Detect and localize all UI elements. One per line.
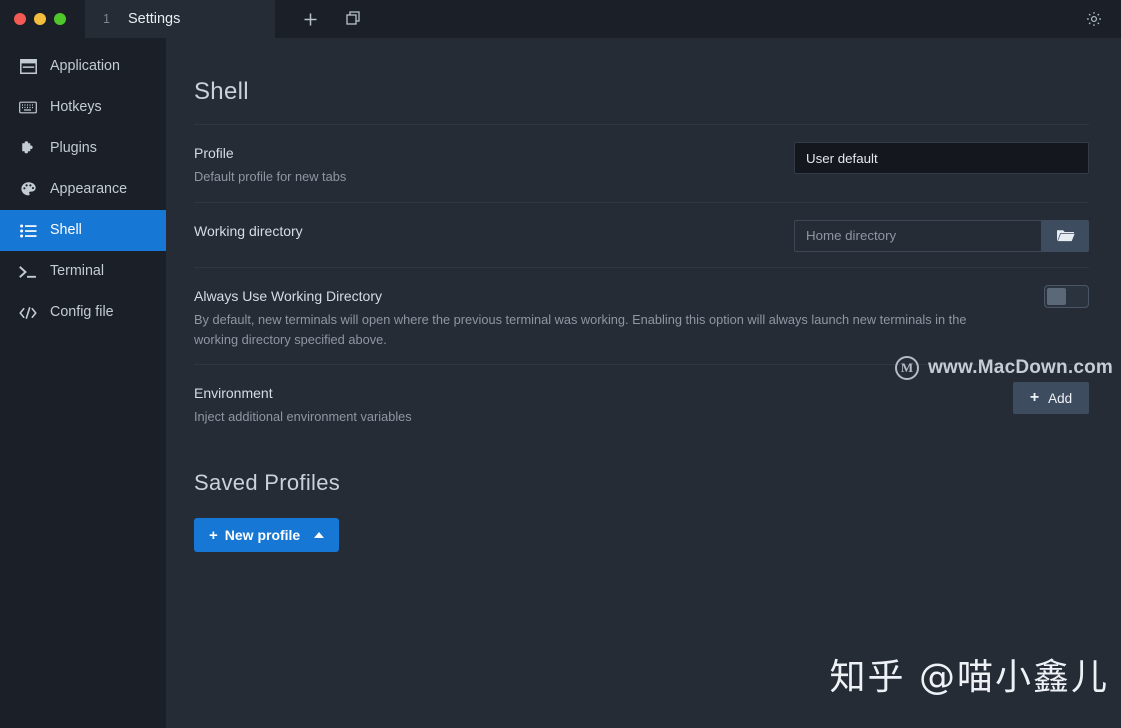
setting-row-environment: Environment Inject additional environmen… [194, 364, 1089, 442]
sidebar-item-terminal[interactable]: Terminal [0, 251, 166, 292]
always-use-working-directory-toggle[interactable] [1044, 284, 1089, 308]
list-icon [19, 222, 37, 240]
sidebar: Application Hotkeys Plugins Appearance S… [0, 38, 166, 728]
sidebar-item-label: Plugins [50, 140, 97, 157]
working-directory-input[interactable]: Home directory [794, 219, 1041, 252]
sidebar-item-appearance[interactable]: Appearance [0, 169, 166, 210]
folder-icon [1056, 228, 1075, 243]
sidebar-item-shell[interactable]: Shell [0, 210, 166, 251]
setting-row-text: Environment Inject additional environmen… [194, 381, 412, 427]
title-bar: 1 Settings [0, 0, 1121, 38]
close-window-button[interactable] [14, 13, 26, 25]
setting-row-text: Working directory [194, 219, 303, 245]
browse-folder-button[interactable] [1041, 219, 1089, 252]
sidebar-item-plugins[interactable]: Plugins [0, 128, 166, 169]
setting-label: Environment [194, 385, 273, 402]
setting-label: Always Use Working Directory [194, 287, 383, 304]
setting-row-profile: Profile Default profile for new tabs Use… [194, 124, 1089, 202]
sidebar-item-label: Terminal [50, 263, 105, 280]
traffic-lights [0, 0, 85, 38]
setting-description: Default profile for new tabs [194, 169, 347, 184]
plus-icon: + [1029, 389, 1040, 407]
code-icon [19, 304, 37, 322]
minimize-window-button[interactable] [34, 13, 46, 25]
zhihu-watermark: 知乎 @喵小鑫儿 [829, 657, 1109, 698]
tab-index-label: 1 [103, 12, 110, 26]
setting-label: Working directory [194, 222, 303, 239]
setting-row-working-directory: Working directory Home directory [194, 201, 1089, 267]
sidebar-item-hotkeys[interactable]: Hotkeys [0, 87, 166, 128]
gear-icon[interactable] [1081, 6, 1107, 32]
settings-content: Shell Profile Default profile for new ta… [166, 38, 1121, 728]
palette-icon [19, 181, 37, 199]
toggle-knob [1047, 287, 1066, 305]
prompt-icon [19, 263, 37, 281]
settings-window: 1 Settings Application Hotkeys Plugins A… [0, 0, 1121, 728]
tab-title-label: Settings [127, 11, 181, 27]
sidebar-item-label: Hotkeys [50, 99, 102, 116]
sidebar-item-application[interactable]: Application [0, 46, 166, 87]
split-panes-icon[interactable] [341, 6, 367, 32]
zoom-window-button[interactable] [54, 13, 66, 25]
page-title: Shell [194, 78, 249, 105]
sidebar-item-label: Config file [50, 304, 114, 321]
sidebar-item-config-file[interactable]: Config file [0, 292, 166, 333]
caret-up-icon [314, 532, 325, 539]
keyboard-icon [19, 99, 37, 117]
setting-row-control: Home directory [794, 219, 1089, 252]
titlebar-right [1081, 0, 1121, 38]
window-body: Application Hotkeys Plugins Appearance S… [0, 38, 1121, 728]
window-icon [19, 58, 37, 76]
new-profile-button[interactable]: + New profile [194, 518, 340, 553]
new-profile-label: New profile [224, 527, 301, 544]
profile-select-value: User default [806, 150, 878, 166]
setting-row-text: Profile Default profile for new tabs [194, 141, 346, 187]
setting-label: Profile [194, 145, 234, 161]
setting-row-always-use-working-directory: Always Use Working Directory By default,… [194, 266, 1089, 365]
sidebar-item-label: Appearance [50, 181, 128, 198]
setting-row-text: Always Use Working Directory By default,… [194, 284, 994, 350]
setting-row-control [1044, 284, 1089, 308]
sidebar-item-label: Application [50, 58, 120, 75]
setting-row-control: User default [794, 141, 1089, 174]
working-directory-group: Home directory [794, 219, 1089, 252]
add-environment-variable-button[interactable]: + Add [1013, 382, 1089, 415]
profile-select[interactable]: User default [794, 142, 1089, 174]
saved-profiles-title: Saved Profiles [194, 470, 341, 496]
setting-row-control: + Add [1013, 381, 1089, 415]
setting-description: Inject additional environment variables [194, 409, 412, 425]
puzzle-icon [19, 140, 37, 158]
tab-settings[interactable]: 1 Settings [85, 0, 275, 38]
new-tab-icon[interactable] [297, 6, 323, 32]
setting-description: By default, new terminals will open wher… [194, 311, 967, 347]
plus-icon: + [209, 526, 218, 544]
titlebar-spacer [367, 0, 1081, 38]
add-button-label: Add [1048, 390, 1073, 406]
tab-actions [275, 0, 367, 38]
sidebar-item-label: Shell [50, 222, 82, 239]
